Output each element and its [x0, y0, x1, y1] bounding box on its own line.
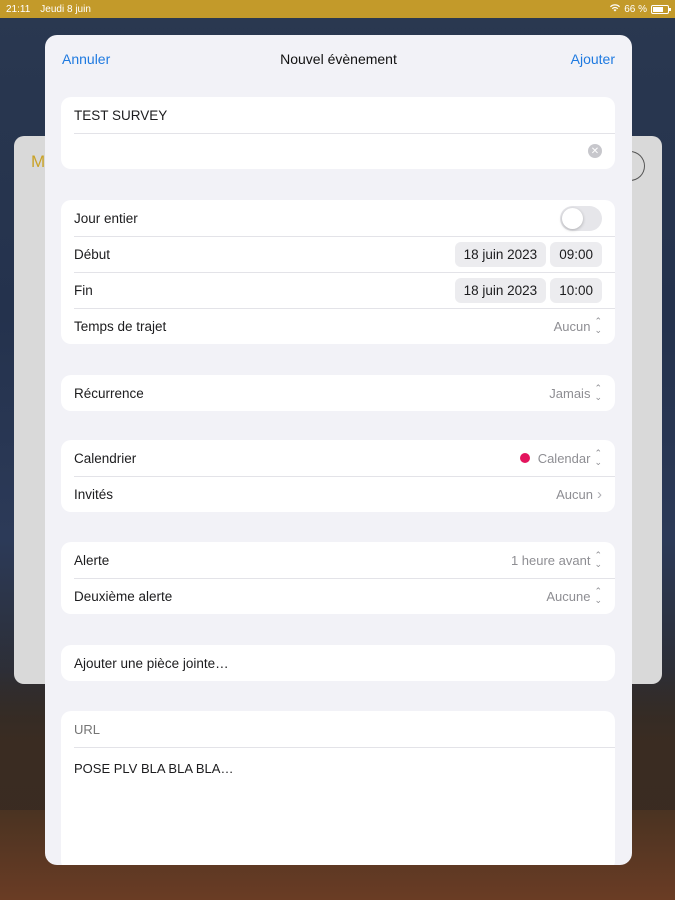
calendar-value-wrap: Calendar ⌃ ⌄ [519, 448, 602, 467]
chevron-updown-icon: ⌃ ⌄ [594, 448, 602, 467]
alert-row[interactable]: Alerte 1 heure avant ⌃ ⌄ [61, 542, 615, 578]
status-bar: 21:11 Jeudi 8 juin 66 % [0, 0, 675, 18]
alert-value: 1 heure avant [510, 552, 591, 568]
calendar-group: Calendrier Calendar ⌃ ⌄ Invités Aucun › [61, 440, 615, 512]
chevron-updown-icon: ⌃ ⌄ [594, 550, 602, 569]
divider [74, 747, 615, 748]
travel-time-row[interactable]: Temps de trajet Aucun ⌃ ⌄ [61, 308, 615, 344]
recurrence-group: Récurrence Jamais ⌃ ⌄ [61, 375, 615, 411]
new-event-sheet: Annuler Nouvel évènement Ajouter TEST SU… [45, 35, 632, 865]
recurrence-value: Jamais [549, 385, 591, 401]
attachment-group: Ajouter une pièce jointe… [61, 645, 615, 681]
url-notes-group: POSE PLV BLA BLA BLA… [61, 711, 615, 865]
end-label: Fin [74, 282, 93, 298]
all-day-row: Jour entier [61, 200, 615, 236]
add-attachment-label: Ajouter une pièce jointe… [74, 655, 229, 671]
calendar-row[interactable]: Calendrier Calendar ⌃ ⌄ [61, 440, 615, 476]
add-button[interactable]: Ajouter [571, 51, 615, 67]
all-day-label: Jour entier [74, 210, 138, 226]
status-time: 21:11 [6, 3, 31, 15]
recurrence-label: Récurrence [74, 385, 144, 401]
recurrence-value-wrap: Jamais ⌃ ⌄ [549, 384, 602, 402]
start-date-button[interactable]: 18 juin 2023 [454, 241, 547, 267]
chevron-updown-icon: ⌃ ⌄ [594, 586, 602, 605]
battery-icon [651, 4, 671, 14]
add-attachment-button[interactable]: Ajouter une pièce jointe… [61, 645, 615, 681]
second-alert-label: Deuxième alerte [74, 588, 173, 604]
invitees-label: Invités [74, 486, 114, 502]
second-alert-value: Aucune [546, 588, 591, 604]
all-day-toggle[interactable] [560, 205, 602, 231]
start-time-button[interactable]: 09:00 [550, 241, 602, 267]
notes-field[interactable]: POSE PLV BLA BLA BLA… [74, 761, 233, 776]
second-alert-value-wrap: Aucune ⌃ ⌄ [546, 587, 602, 605]
chevron-updown-icon: ⌃ ⌄ [594, 383, 602, 402]
event-title-value[interactable]: TEST SURVEY [74, 108, 602, 123]
battery-percent: 66 % [624, 3, 647, 15]
invitees-value: Aucun [556, 486, 593, 502]
end-time-button[interactable]: 10:00 [550, 277, 602, 303]
date-group: Jour entier Début 18 juin 2023 09:00 Fin… [61, 200, 615, 344]
travel-time-value: Aucun [553, 318, 591, 334]
alerts-group: Alerte 1 heure avant ⌃ ⌄ Deuxième alerte … [61, 542, 615, 614]
calendar-label: Calendrier [74, 450, 137, 466]
chevron-updown-icon: ⌃ ⌄ [594, 316, 602, 335]
end-row: Fin 18 juin 2023 10:00 [61, 272, 615, 308]
alert-label: Alerte [74, 552, 110, 568]
title-location-group: TEST SURVEY ✕ [61, 97, 615, 169]
sheet-navbar: Annuler Nouvel évènement Ajouter [45, 35, 632, 83]
status-date: Jeudi 8 juin [40, 3, 91, 15]
start-label: Début [74, 246, 111, 262]
url-input[interactable] [74, 722, 594, 737]
location-field[interactable]: ✕ [61, 133, 615, 169]
event-title-field[interactable]: TEST SURVEY [61, 97, 615, 133]
invitees-row[interactable]: Invités Aucun › [61, 476, 615, 512]
invitees-value-wrap: Aucun › [556, 486, 602, 503]
sheet-title: Nouvel évènement [280, 51, 397, 67]
travel-time-value-wrap: Aucun ⌃ ⌄ [554, 317, 602, 335]
calendar-color-dot [519, 453, 530, 463]
recurrence-row[interactable]: Récurrence Jamais ⌃ ⌄ [61, 375, 615, 411]
alert-value-wrap: 1 heure avant ⌃ ⌄ [511, 551, 602, 569]
wifi-icon [610, 3, 621, 15]
chevron-right-icon: › [597, 485, 602, 503]
second-alert-row[interactable]: Deuxième alerte Aucune ⌃ ⌄ [61, 578, 615, 614]
travel-time-label: Temps de trajet [74, 318, 167, 334]
clear-icon[interactable]: ✕ [588, 144, 602, 158]
start-row: Début 18 juin 2023 09:00 [61, 236, 615, 272]
end-date-button[interactable]: 18 juin 2023 [454, 277, 547, 303]
background-app-title: M [31, 152, 46, 171]
calendar-value: Calendar [537, 450, 591, 466]
